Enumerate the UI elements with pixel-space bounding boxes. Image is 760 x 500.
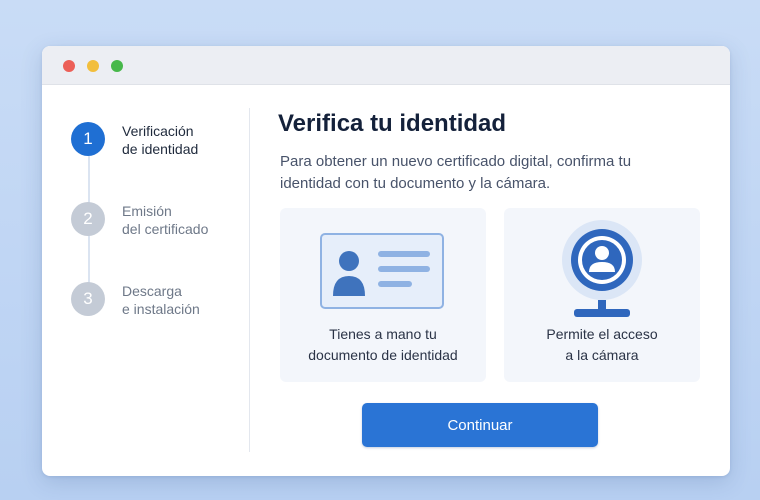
continue-button[interactable]: Continuar bbox=[362, 403, 598, 447]
step-download-install: 3 Descarga e instalación bbox=[70, 282, 250, 322]
step-label: Descarga e instalación bbox=[122, 283, 200, 317]
step-label: Verificación de identidad bbox=[122, 123, 199, 157]
camera-access-card: Permite el acceso a la cámara bbox=[504, 208, 700, 382]
page-description: Para obtener un nuevo certificado digita… bbox=[280, 153, 632, 192]
id-card-icon bbox=[320, 233, 444, 309]
card-label: Permite el acceso a la cámara bbox=[546, 326, 658, 363]
step-number-badge: 3 bbox=[71, 282, 105, 316]
id-document-card: Tienes a mano tu documento de identidad bbox=[280, 208, 486, 382]
card-label: Tienes a mano tu documento de identidad bbox=[308, 326, 458, 363]
progress-steps: 1 Verificación de identidad 2 Emisión de… bbox=[70, 122, 250, 382]
page-title: Verifica tu identidad bbox=[278, 110, 507, 137]
step-label: Emisión del certificado bbox=[122, 203, 209, 237]
minimize-window-button[interactable] bbox=[87, 60, 99, 72]
step-number-badge: 1 bbox=[71, 122, 105, 156]
title-bar bbox=[42, 46, 730, 85]
step-identity-verification: 1 Verificación de identidad bbox=[70, 122, 250, 162]
step-certificate-issuance: 2 Emisión del certificado bbox=[70, 202, 250, 242]
step-number-badge: 2 bbox=[71, 202, 105, 236]
app-window: 1 Verificación de identidad 2 Emisión de… bbox=[42, 46, 730, 476]
sidebar-divider bbox=[249, 108, 250, 452]
close-window-button[interactable] bbox=[63, 60, 75, 72]
webcam-icon bbox=[562, 220, 642, 317]
maximize-window-button[interactable] bbox=[111, 60, 123, 72]
